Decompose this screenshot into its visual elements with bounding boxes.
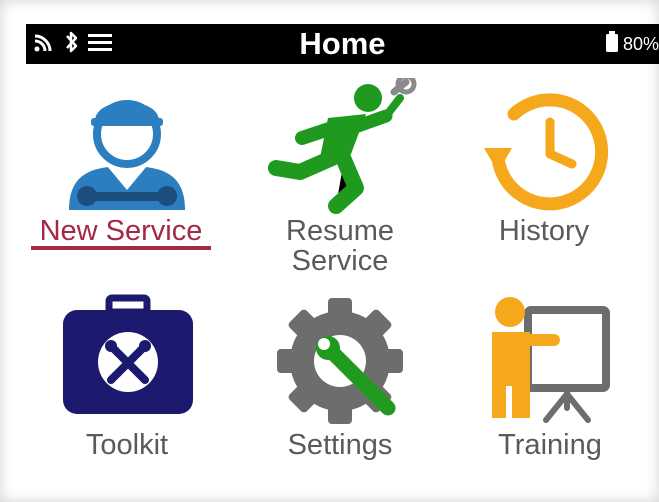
device-screen: Home 80% New Service Resume Service Hist… (0, 0, 659, 502)
tile-label: Resume Service (286, 215, 394, 277)
tile-history[interactable]: History (444, 78, 644, 278)
tile-label: Settings (287, 429, 393, 461)
tile-label: New Service (39, 215, 203, 247)
tile-label: Training (498, 429, 602, 461)
tile-settings[interactable]: Settings (240, 290, 440, 490)
status-bar: Home 80% (26, 24, 659, 64)
tile-training[interactable]: Training (450, 290, 650, 490)
tile-new-service[interactable]: New Service (27, 78, 227, 278)
running-man-wrench-icon (240, 73, 440, 218)
battery-icon (605, 30, 619, 58)
toolbox-icon (27, 290, 227, 430)
trainer-board-icon (450, 290, 650, 430)
clock-history-icon (444, 78, 644, 218)
tile-label: Toolkit (85, 429, 169, 461)
mechanic-icon (27, 78, 227, 218)
battery-percent: 80% (622, 33, 659, 54)
tile-label: History (498, 215, 590, 247)
battery-indicator: 80% (605, 24, 659, 64)
gear-wrench-icon (240, 290, 440, 430)
page-title: Home (299, 26, 386, 61)
tile-toolkit[interactable]: Toolkit (27, 290, 227, 490)
tile-resume-service[interactable]: Resume Service (240, 73, 440, 278)
selection-underline (31, 246, 211, 250)
